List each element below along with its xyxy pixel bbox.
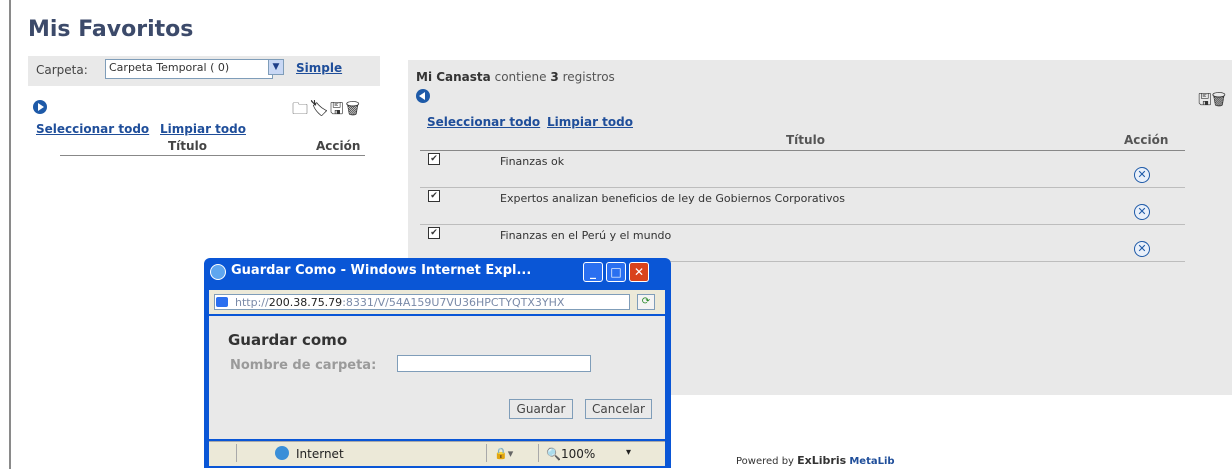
basket-contains: contiene [494, 70, 547, 84]
basket-name: Mi Canasta [416, 70, 491, 84]
basket-column-title: Título [786, 133, 825, 147]
globe-icon [275, 446, 289, 460]
powered-by-prefix: Powered by [736, 456, 794, 467]
basket-tools: 🖫🗑 [1198, 89, 1226, 116]
status-zone: Internet [296, 447, 344, 461]
exlibris-logo: ExLibris [797, 454, 847, 467]
address-host: 200.38.75.79 [268, 296, 343, 309]
remove-icon[interactable]: ✕ [1134, 241, 1150, 257]
chevron-down-icon[interactable]: ▾ [626, 447, 631, 458]
dialog-heading: Guardar como [228, 331, 348, 349]
clear-all-link[interactable]: Limpiar todo [160, 122, 246, 136]
folder-name-input[interactable] [397, 355, 591, 372]
row-title[interactable]: Finanzas en el Perú y el mundo [500, 229, 671, 242]
address-field[interactable]: http://200.38.75.79:8331/V/54A159U7VU36H… [214, 294, 630, 310]
column-header-title: Título [168, 139, 207, 153]
address-prefix: http:// [235, 296, 269, 309]
folder-name-label: Nombre de carpeta: [230, 358, 377, 373]
column-header-action: Acción [316, 139, 361, 153]
remove-icon[interactable]: ✕ [1134, 167, 1150, 183]
basket-count: 3 [550, 70, 559, 84]
delete-icon[interactable]: 🗑 [1212, 90, 1226, 109]
collapse-arrow-icon[interactable] [416, 89, 430, 103]
row-title[interactable]: Finanzas ok [500, 155, 564, 168]
save-icon[interactable]: 🖫 [330, 99, 346, 118]
zoom-level[interactable]: 🔍100% [546, 447, 595, 461]
table-row: ✔ Finanzas en el Perú y el mundo ✕ [420, 225, 1185, 262]
row-checkbox[interactable]: ✔ [428, 227, 440, 239]
expand-arrow-icon[interactable] [33, 100, 47, 114]
powered-by: Powered by ExLibris MetaLib [736, 454, 895, 467]
simple-view-link[interactable]: Simple [296, 61, 342, 75]
address-rest: :8331/V/54A159U7VU36HPCTYQTX3YHX [342, 296, 565, 309]
status-separator [538, 444, 539, 462]
basket-column-action: Acción [1124, 133, 1169, 147]
tag-icon[interactable]: 🏷 [310, 99, 330, 118]
basket-records: registros [562, 70, 615, 84]
page-title: Mis Favoritos [28, 17, 194, 42]
folder-label: Carpeta: [36, 63, 88, 77]
row-checkbox[interactable]: ✔ [428, 153, 440, 165]
protected-mode-icon[interactable]: 🔒▾ [494, 447, 513, 460]
header-divider [60, 155, 365, 156]
table-row: ✔ Expertos analizan beneficios de ley de… [420, 188, 1185, 225]
delete-icon[interactable]: 🗑 [345, 99, 361, 118]
basket-clear-all-link[interactable]: Limpiar todo [547, 115, 633, 129]
folder-tools: 🗀🏷🖫🗑 [292, 98, 362, 125]
remove-icon[interactable]: ✕ [1134, 204, 1150, 220]
page-left-border [9, 0, 11, 469]
save-button[interactable]: Guardar [509, 399, 573, 419]
status-separator [236, 444, 237, 462]
table-row: ✔ Finanzas ok ✕ [420, 151, 1185, 188]
select-all-link[interactable]: Seleccionar todo [36, 122, 149, 136]
row-checkbox[interactable]: ✔ [428, 190, 440, 202]
new-folder-icon[interactable]: 🗀 [292, 99, 310, 118]
minimize-button[interactable]: _ [583, 262, 603, 282]
folder-select[interactable]: Carpeta Temporal ( 0) [105, 59, 273, 79]
chevron-down-icon[interactable]: ▼ [268, 59, 284, 75]
status-separator [486, 444, 487, 462]
page-icon [216, 297, 228, 307]
metalib-logo: MetaLib [849, 456, 895, 467]
basket-select-all-link[interactable]: Seleccionar todo [427, 115, 540, 129]
window-title: Guardar Como - Windows Internet Expl... [231, 263, 532, 278]
basket-title: Mi Canasta contiene 3 registros [416, 70, 615, 84]
cancel-button[interactable]: Cancelar [585, 399, 652, 419]
row-title[interactable]: Expertos analizan beneficios de ley de G… [500, 192, 845, 205]
maximize-button[interactable]: □ [606, 262, 626, 282]
ie-icon [210, 264, 226, 280]
close-button[interactable]: ✕ [629, 262, 649, 282]
save-icon[interactable]: 🖫 [1198, 90, 1212, 109]
zoom-value: 100% [560, 447, 596, 461]
refresh-icon[interactable]: ⟳ [637, 294, 655, 310]
